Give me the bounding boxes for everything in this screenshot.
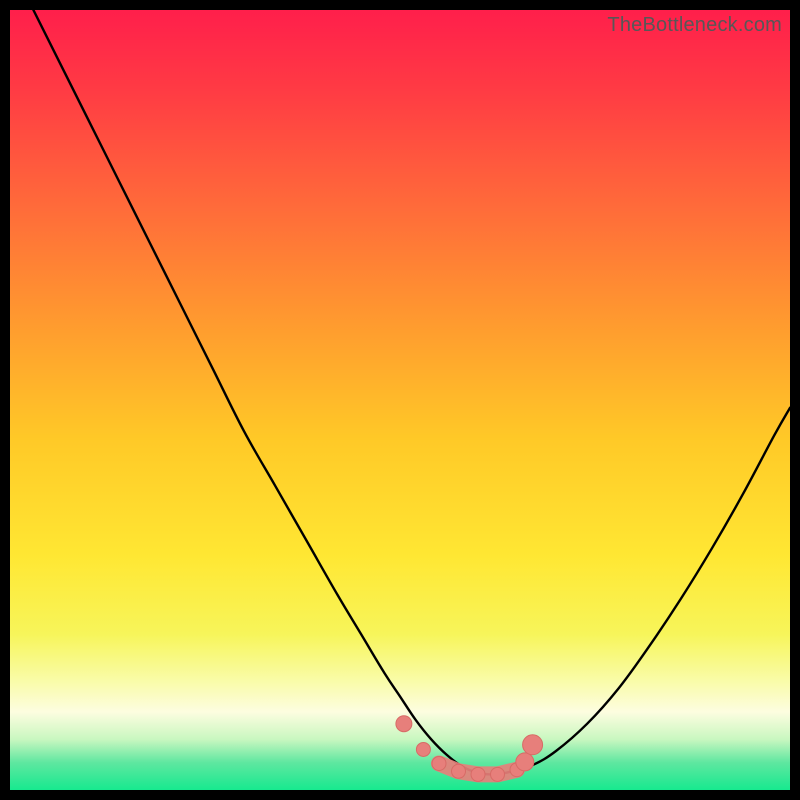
- marker-dot: [396, 716, 412, 732]
- gradient-background: [10, 10, 790, 790]
- marker-dot: [416, 742, 430, 756]
- marker-dot: [452, 764, 466, 778]
- marker-dot: [471, 767, 485, 781]
- marker-dot: [491, 767, 505, 781]
- marker-dot: [432, 756, 446, 770]
- watermark-text: TheBottleneck.com: [607, 14, 782, 37]
- marker-dot: [516, 753, 534, 771]
- chart-svg: [10, 10, 790, 790]
- marker-dot: [523, 735, 543, 755]
- chart-frame: TheBottleneck.com: [10, 10, 790, 790]
